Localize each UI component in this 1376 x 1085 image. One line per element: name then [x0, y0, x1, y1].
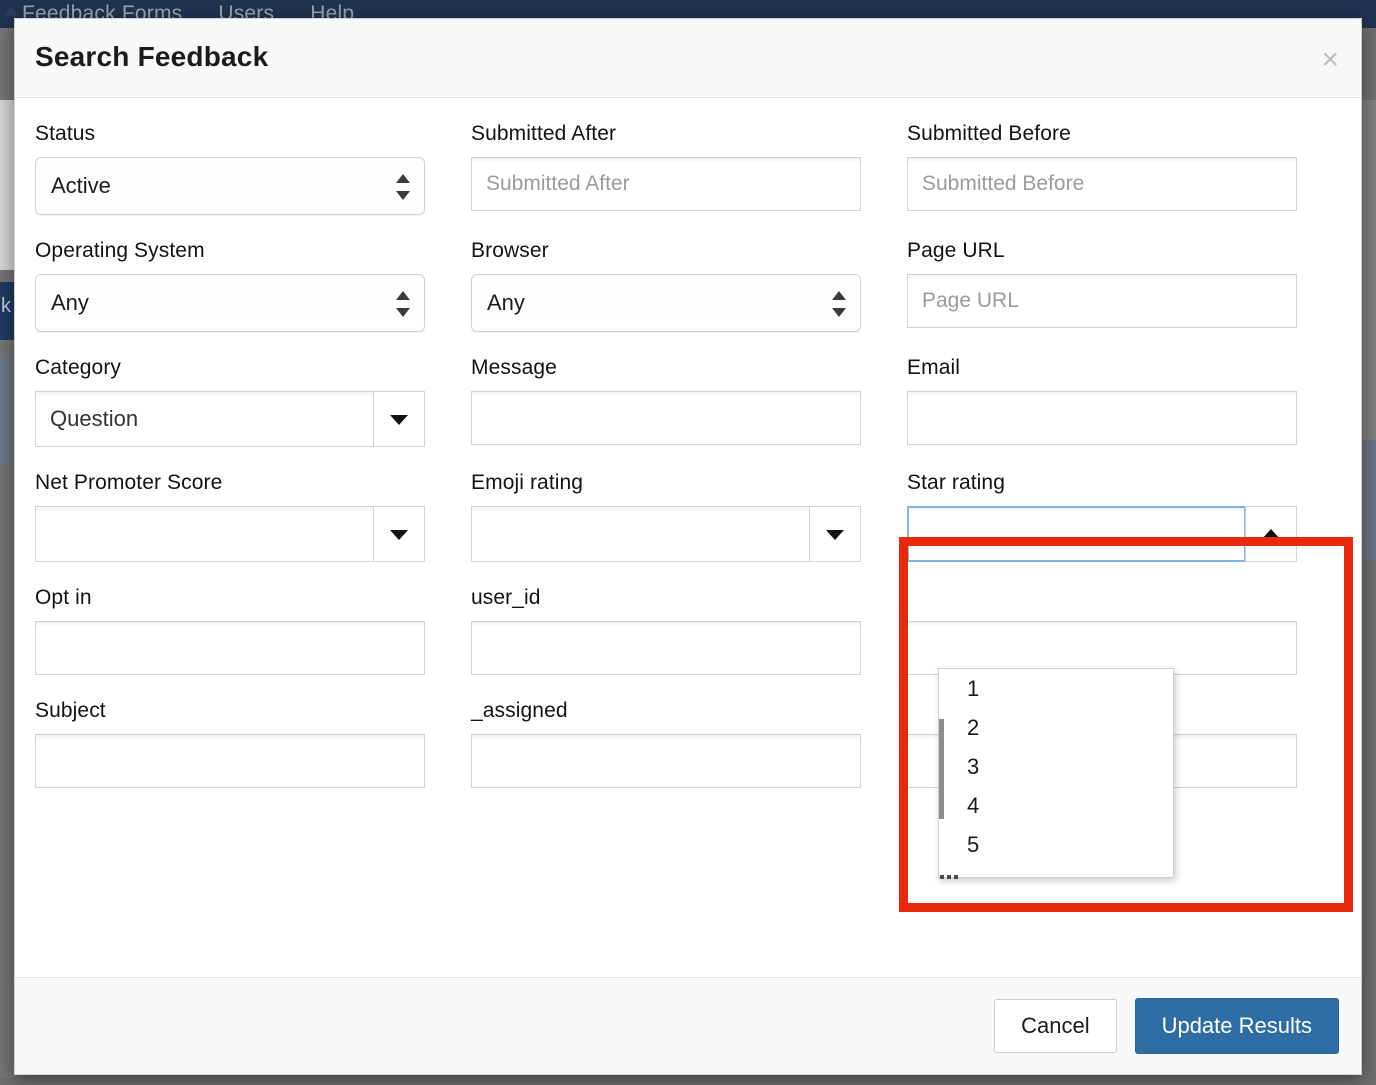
field-label-star-rating: Star rating — [907, 471, 1297, 495]
chevron-down-icon — [390, 530, 408, 540]
field-subject: Subject — [35, 699, 471, 788]
category-dropdown-toggle[interactable] — [373, 391, 425, 447]
net-promoter-score-combobox — [35, 506, 425, 562]
subject-input[interactable] — [35, 734, 425, 788]
assigned-input[interactable] — [471, 734, 861, 788]
operating-system-select[interactable]: Any — [35, 274, 425, 332]
field-hidden-right-1 — [907, 586, 1343, 675]
field-label-user-id: user_id — [471, 586, 861, 610]
field-label-submitted-before: Submitted Before — [907, 122, 1297, 146]
stepper-arrows-icon — [396, 291, 410, 317]
update-results-button[interactable]: Update Results — [1135, 998, 1339, 1054]
user-id-input[interactable] — [471, 621, 861, 675]
net-promoter-score-input[interactable] — [35, 506, 373, 562]
background-blue-button-label: k — [1, 296, 11, 316]
field-label-browser: Browser — [471, 239, 861, 263]
field-category: Category — [35, 356, 471, 447]
category-combobox — [35, 391, 425, 447]
field-label-page-url: Page URL — [907, 239, 1297, 263]
chevron-up-icon — [1262, 529, 1280, 539]
field-submitted-after: Submitted After — [471, 122, 907, 215]
field-operating-system: Operating System Any — [35, 239, 471, 332]
field-browser: Browser Any — [471, 239, 907, 332]
field-status: Status Active — [35, 122, 471, 215]
dropdown-resize-grip[interactable] — [940, 869, 962, 879]
field-label-assigned: _assigned — [471, 699, 861, 723]
field-assigned: _assigned — [471, 699, 907, 788]
field-label-email: Email — [907, 356, 1297, 380]
field-label-status: Status — [35, 122, 425, 146]
category-input[interactable] — [35, 391, 373, 447]
email-input[interactable] — [907, 391, 1297, 445]
field-label-operating-system: Operating System — [35, 239, 425, 263]
field-star-rating: Star rating — [907, 471, 1343, 562]
field-user-id: user_id — [471, 586, 907, 675]
emoji-rating-combobox — [471, 506, 861, 562]
browser-select-value: Any — [487, 290, 525, 316]
stepper-arrows-icon — [832, 291, 846, 317]
search-feedback-modal: Search Feedback × Status Active Submitte… — [14, 18, 1362, 1075]
opt-in-input[interactable] — [35, 621, 425, 675]
dropdown-option-2[interactable]: 2 — [939, 708, 1173, 747]
field-emoji-rating: Emoji rating — [471, 471, 907, 562]
chevron-down-icon — [826, 530, 844, 540]
emoji-rating-dropdown-toggle[interactable] — [809, 506, 861, 562]
status-select-value: Active — [51, 173, 111, 199]
hidden-right-1-input[interactable] — [907, 621, 1297, 675]
cancel-button[interactable]: Cancel — [994, 999, 1116, 1053]
emoji-rating-input[interactable] — [471, 506, 809, 562]
star-rating-dropdown-list[interactable]: 1 2 3 4 5 — [938, 668, 1174, 878]
modal-footer: Cancel Update Results — [15, 977, 1361, 1074]
star-rating-dropdown-toggle[interactable] — [1245, 506, 1297, 562]
field-label-net-promoter-score: Net Promoter Score — [35, 471, 425, 495]
status-select[interactable]: Active — [35, 157, 425, 215]
operating-system-select-value: Any — [51, 290, 89, 316]
field-net-promoter-score: Net Promoter Score — [35, 471, 471, 562]
modal-header: Search Feedback × — [15, 19, 1361, 98]
field-page-url: Page URL — [907, 239, 1343, 332]
dropdown-scrollbar[interactable] — [939, 719, 944, 819]
star-rating-input[interactable] — [907, 506, 1245, 562]
page-url-input[interactable] — [907, 274, 1297, 328]
background-bottom-strip — [0, 1078, 1376, 1085]
field-email: Email — [907, 356, 1343, 447]
dropdown-option-3[interactable]: 3 — [939, 747, 1173, 786]
chevron-down-icon — [390, 415, 408, 425]
field-label-hidden-right-1 — [907, 586, 1297, 610]
net-promoter-score-dropdown-toggle[interactable] — [373, 506, 425, 562]
dropdown-option-1[interactable]: 1 — [939, 669, 1173, 708]
field-opt-in: Opt in — [35, 586, 471, 675]
star-rating-combobox — [907, 506, 1297, 562]
field-label-opt-in: Opt in — [35, 586, 425, 610]
field-message: Message — [471, 356, 907, 447]
page-title: Search Feedback — [35, 41, 268, 73]
field-label-category: Category — [35, 356, 425, 380]
dropdown-option-5[interactable]: 5 — [939, 825, 1173, 864]
field-label-submitted-after: Submitted After — [471, 122, 861, 146]
submitted-after-input[interactable] — [471, 157, 861, 211]
field-submitted-before: Submitted Before — [907, 122, 1343, 215]
close-icon[interactable]: × — [1321, 45, 1339, 75]
background-right-card — [1360, 440, 1376, 560]
field-label-subject: Subject — [35, 699, 425, 723]
field-label-message: Message — [471, 356, 861, 380]
submitted-before-input[interactable] — [907, 157, 1297, 211]
message-input[interactable] — [471, 391, 861, 445]
dropdown-option-4[interactable]: 4 — [939, 786, 1173, 825]
browser-select[interactable]: Any — [471, 274, 861, 332]
stepper-arrows-icon — [396, 174, 410, 200]
field-label-emoji-rating: Emoji rating — [471, 471, 861, 495]
background-right-panel — [1360, 100, 1376, 440]
